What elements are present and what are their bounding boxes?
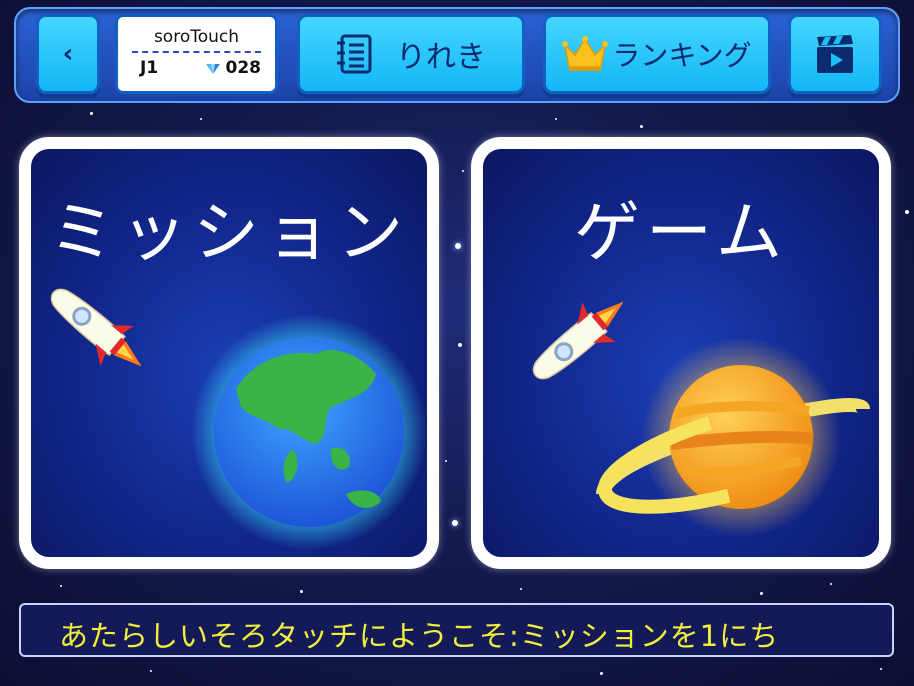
user-points: 028	[225, 58, 262, 78]
crown-icon	[562, 36, 609, 71]
ranking-button[interactable]: ランキング	[543, 14, 771, 94]
video-button[interactable]	[788, 14, 882, 94]
chevron-left-icon: ‹	[62, 39, 74, 69]
mission-card[interactable]: ミッション	[19, 137, 439, 569]
user-level: J1	[140, 58, 159, 78]
history-button[interactable]: りれき	[297, 14, 525, 94]
notebook-icon	[337, 34, 372, 74]
username: soroTouch	[153, 27, 240, 47]
saturn-icon	[596, 337, 879, 537]
history-label: りれき	[396, 40, 486, 75]
ranking-label: ランキング	[612, 39, 752, 72]
ticker-text: あたらしいそろタッチにようこそ:ミッションを1にち	[59, 619, 780, 653]
game-card[interactable]: ゲーム	[471, 137, 891, 569]
game-illustration	[532, 301, 879, 537]
rocket-icon	[50, 288, 142, 367]
user-info-card: soroTouch J1 028	[115, 14, 278, 94]
video-clapper-icon	[817, 35, 853, 73]
diamond-icon	[205, 64, 220, 74]
rocket-icon	[532, 301, 624, 380]
earth-icon	[191, 314, 427, 550]
mission-illustration	[50, 288, 427, 550]
news-ticker: あたらしいそろタッチにようこそ:ミッションを1にち	[19, 603, 894, 657]
back-button[interactable]: ‹	[36, 14, 100, 94]
